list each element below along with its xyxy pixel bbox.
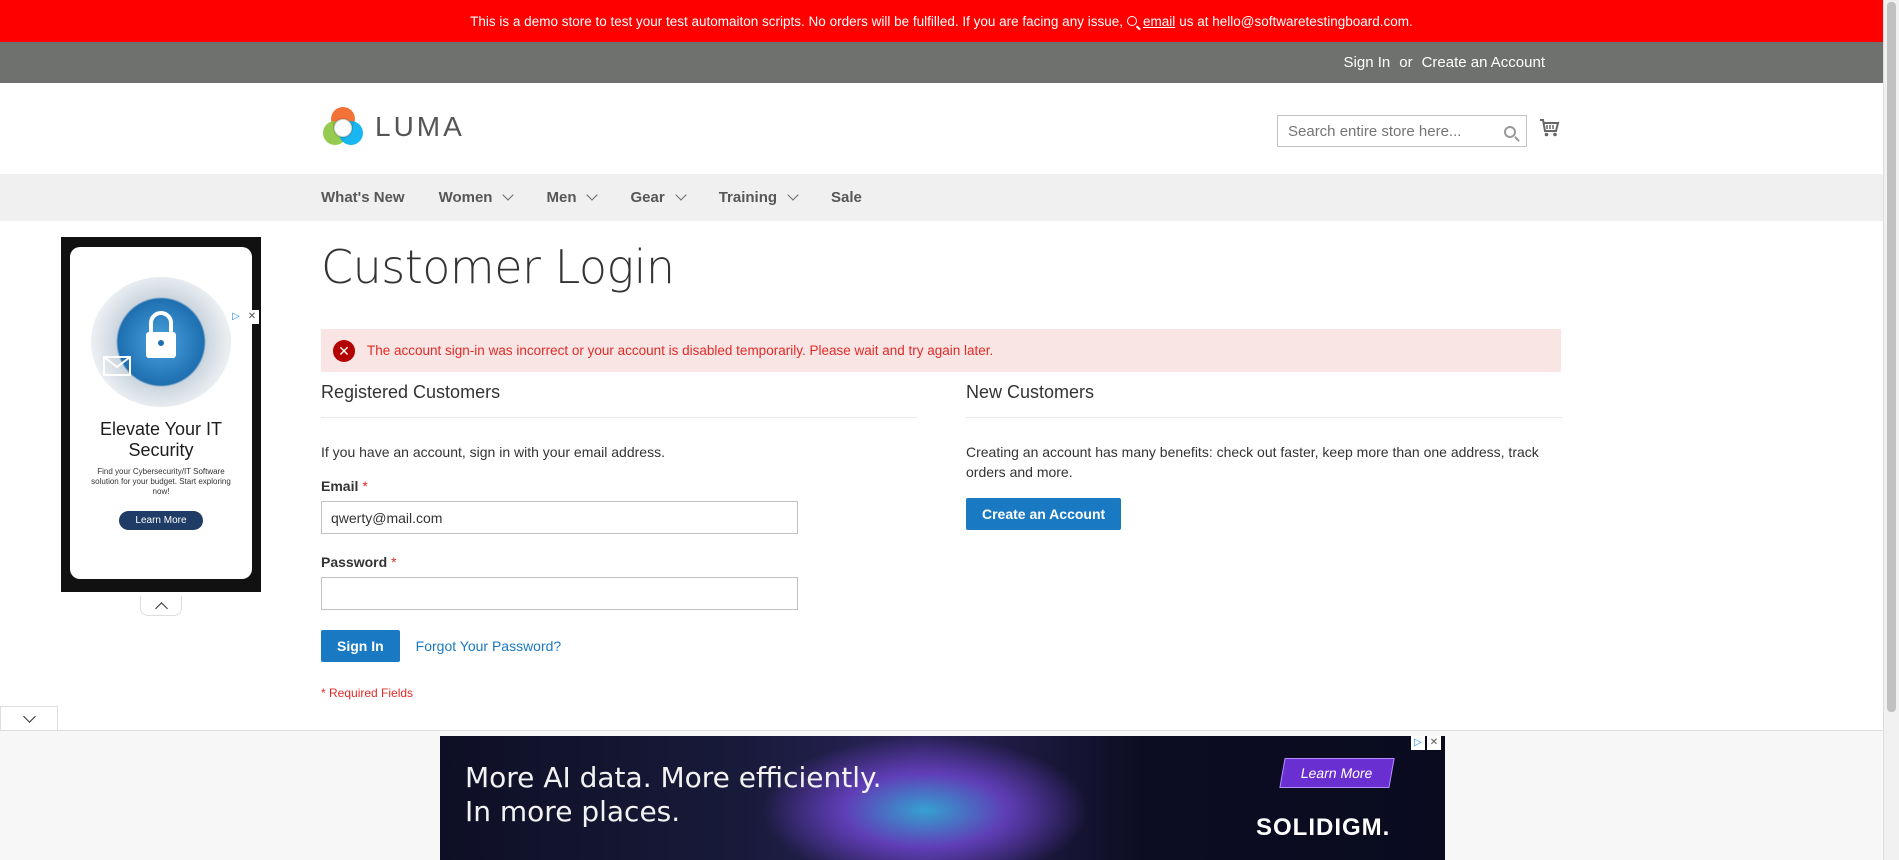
page-scrollbar[interactable] (1883, 0, 1899, 860)
nav-item-gear[interactable]: Gear (630, 189, 687, 206)
bottom-ad[interactable]: More AI data. More efficiently. In more … (440, 736, 1445, 860)
new-customers-block: New Customers Creating an account has ma… (966, 382, 1562, 530)
search-icon[interactable] (1504, 126, 1516, 138)
bottom-ad-headline: More AI data. More efficiently. In more … (465, 761, 882, 829)
logo-text: LUMA (375, 111, 465, 142)
forgot-password-link[interactable]: Forgot Your Password? (416, 638, 562, 654)
bottom-ad-cta-button[interactable]: Learn More (1279, 758, 1395, 788)
chevron-down-icon (502, 189, 515, 201)
side-ad-card[interactable]: Elevate Your IT Security Find your Cyber… (70, 247, 252, 579)
side-ad-title: Elevate Your IT Security (99, 419, 223, 460)
required-star: * (391, 554, 397, 570)
email-value: qwerty@mail.com (331, 509, 443, 526)
side-ad[interactable]: Elevate Your IT Security Find your Cyber… (61, 237, 261, 592)
registered-intro: If you have an account, sign in with you… (321, 444, 665, 460)
page-title: Customer Login (321, 240, 675, 294)
create-account-button[interactable]: Create an Account (966, 498, 1122, 530)
nav-item-women[interactable]: Women (438, 189, 515, 206)
ad-choices-icon[interactable]: ▷ (1411, 736, 1425, 750)
demo-notice-text-after: us at hello@softwaretestingboard.com. (1179, 13, 1413, 29)
chevron-down-icon (675, 189, 687, 201)
nav-item-sale[interactable]: Sale (831, 189, 862, 206)
bottom-ad-collapse-button[interactable] (0, 706, 58, 730)
lock-icon (91, 277, 231, 407)
chevron-down-icon (586, 189, 599, 201)
nav-label: Men (546, 189, 577, 206)
nav-label: What's New (321, 189, 405, 206)
new-customers-title: New Customers (966, 382, 1562, 418)
chevron-up-icon (154, 601, 168, 615)
nav-item-men[interactable]: Men (546, 189, 599, 206)
nav-label: Gear (630, 189, 665, 206)
password-field[interactable] (321, 577, 798, 610)
nav-label: Training (718, 189, 778, 206)
sign-in-link[interactable]: Sign In (1344, 54, 1391, 71)
side-ad-cta-button[interactable]: Learn More (119, 511, 203, 530)
demo-notice-text: This is a demo store to test your test a… (470, 13, 1123, 29)
nav-item-whats-new[interactable]: What's New (321, 189, 405, 206)
scrollbar-thumb[interactable] (1887, 2, 1896, 712)
cart-icon[interactable] (1540, 119, 1560, 137)
bottom-ad-brand: SOLIDIGM. (1256, 814, 1391, 841)
luma-logo-icon (323, 107, 363, 145)
side-ad-collapse-button[interactable] (140, 596, 182, 616)
bottom-ad-line2: In more places. (465, 795, 681, 828)
error-icon: ✕ (333, 340, 355, 362)
search-placeholder: Search entire store here... (1288, 122, 1462, 140)
chevron-down-icon (787, 189, 799, 201)
ad-close-icon[interactable]: ✕ (245, 310, 259, 324)
required-fields-note: * Required Fields (321, 686, 414, 700)
nav-label: Women (438, 189, 493, 206)
chevron-down-icon (22, 709, 36, 723)
ad-close-icon[interactable]: ✕ (1427, 736, 1441, 750)
bottom-ad-line1: More AI data. More efficiently. (465, 761, 882, 794)
side-ad-body: Find your Cybersecurity/IT Software solu… (91, 467, 231, 496)
search-icon (1126, 16, 1137, 26)
or-separator: or (1399, 54, 1413, 71)
new-customers-text: Creating an account has many benefits: c… (966, 444, 1539, 480)
demo-notice-bar: This is a demo store to test your test a… (0, 0, 1883, 42)
registered-customers-block: Registered Customers If you have an acco… (321, 382, 917, 700)
required-star: * (362, 478, 368, 494)
site-header: LUMA Search entire store here... (0, 83, 1883, 174)
nav-item-training[interactable]: Training (718, 189, 799, 206)
error-message-text: The account sign-in was incorrect or you… (367, 343, 994, 358)
main-nav: What's New Women Men Gear Training Sale (0, 174, 1883, 221)
email-label: Email (321, 478, 359, 494)
ad-choices-icon[interactable]: ▷ (229, 310, 243, 324)
panel-header: Sign In or Create an Account (0, 42, 1883, 83)
registered-customers-title: Registered Customers (321, 382, 917, 418)
email-link[interactable]: email (1143, 14, 1175, 29)
email-field[interactable]: qwerty@mail.com (321, 501, 798, 534)
nav-label: Sale (831, 189, 862, 206)
password-label: Password (321, 554, 388, 570)
search-input[interactable]: Search entire store here... (1277, 115, 1527, 147)
error-message: ✕ The account sign-in was incorrect or y… (321, 329, 1561, 372)
sign-in-button[interactable]: Sign In (321, 630, 400, 662)
logo[interactable]: LUMA (321, 105, 465, 149)
create-account-link[interactable]: Create an Account (1422, 54, 1545, 71)
